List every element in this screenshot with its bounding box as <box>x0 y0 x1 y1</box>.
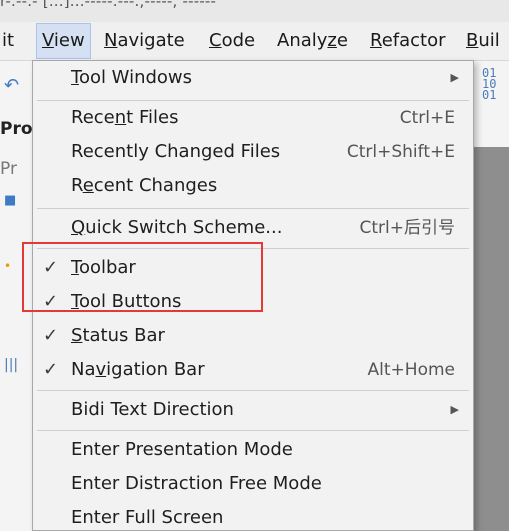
editor-background <box>474 147 509 531</box>
bidi-text-direction-label: Bidi Text Direction <box>71 399 234 420</box>
tool-buttons-check-icon: ✓ <box>43 291 59 312</box>
menu-refactor-mnemonic: R <box>370 30 382 51</box>
menu-analyze[interactable]: Analyze <box>277 24 348 58</box>
recently-changed-files-label: Recently Changed Files <box>71 141 281 162</box>
status-bar-check-icon: ✓ <box>43 325 59 346</box>
navigation-bar-shortcut: Alt+Home <box>367 360 455 380</box>
recent-changes-label: Recent Changes <box>71 175 218 196</box>
menu-separator <box>37 208 469 209</box>
menu-view-mnemonic: V <box>42 30 54 51</box>
menu-item-recent-changes[interactable]: Recent Changes <box>33 169 473 203</box>
tool-buttons-label: Tool Buttons <box>71 291 182 312</box>
binary-toolbar-icon[interactable]: 01 10 01 <box>482 67 496 101</box>
quick-switch-scheme-label: Quick Switch Scheme... <box>71 217 283 238</box>
toolbar-label: Toolbar <box>71 257 136 278</box>
tool-windows-label: Tool Windows <box>71 67 193 88</box>
project-tab-title: Pro <box>0 119 32 139</box>
menu-navigate[interactable]: Navigate <box>104 24 185 58</box>
toolbar-check-icon: ✓ <box>43 257 59 278</box>
menu-item-bidi-text-direction[interactable]: Bidi Text Direction ▶ <box>33 393 473 427</box>
menu-refactor[interactable]: Refactor <box>370 24 446 58</box>
menu-item-status-bar[interactable]: ✓ Status Bar <box>33 319 473 353</box>
menu-analyze-mnemonic: z <box>327 30 337 51</box>
menu-item-tool-windows[interactable]: Tool Windows ▶ <box>33 61 473 95</box>
menu-code-mnemonic: C <box>209 30 222 51</box>
menu-navigate-mnemonic: N <box>104 30 118 51</box>
back-arrow-icon[interactable]: ↶ <box>4 75 19 96</box>
menu-view-label-post: iew <box>53 30 85 51</box>
menu-build-label-post: uil <box>478 30 500 51</box>
menu-navigate-label-post: avigate <box>117 30 185 51</box>
tree-node-icon: • <box>4 259 12 273</box>
menu-item-recent-files[interactable]: Recent Files Ctrl+E <box>33 101 473 135</box>
menu-item-tool-buttons[interactable]: ✓ Tool Buttons <box>33 285 473 319</box>
menu-edit[interactable]: it <box>2 24 14 58</box>
menu-item-quick-switch-scheme[interactable]: Quick Switch Scheme... Ctrl+后引号 <box>33 211 473 245</box>
menu-separator <box>37 430 469 431</box>
submenu-arrow-icon: ▶ <box>450 71 459 84</box>
menu-build-mnemonic: B <box>466 30 479 51</box>
menubar: it View Navigate Code Analyze Refactor B… <box>0 22 509 61</box>
menu-edit-label: it <box>2 30 15 51</box>
menu-analyze-label-post: e <box>336 30 348 51</box>
navigation-bar-label: Navigation Bar <box>71 359 205 380</box>
status-bar-label: Status Bar <box>71 325 165 346</box>
menu-code-label-post: ode <box>221 30 256 51</box>
menu-separator <box>37 248 469 249</box>
menu-analyze-label-pre: Analy <box>277 30 328 51</box>
menu-code[interactable]: Code <box>209 24 255 58</box>
menu-item-enter-distraction-free-mode[interactable]: Enter Distraction Free Mode <box>33 467 473 501</box>
view-menu-dropdown: Tool Windows ▶ Recent Files Ctrl+E Recen… <box>32 60 474 531</box>
project-tool-window-partial: ↶ Pro Pr ■ • ||| <box>0 61 32 531</box>
menu-item-enter-full-screen[interactable]: Enter Full Screen <box>33 501 473 531</box>
enter-full-screen-label: Enter Full Screen <box>71 507 224 528</box>
menu-separator <box>37 390 469 391</box>
ide-window: r-.--.- [...]...-----.---.,-----, ------… <box>0 0 509 531</box>
menu-view[interactable]: View <box>36 23 91 59</box>
editor-area-partial: 01 10 01 <box>474 61 509 531</box>
navigation-bar-check-icon: ✓ <box>43 359 59 380</box>
submenu-arrow-icon: ▶ <box>450 403 459 416</box>
recent-files-label: Recent Files <box>71 107 179 128</box>
menu-refactor-label-post: efactor <box>381 30 446 51</box>
window-title-bar: r-.--.- [...]...-----.---.,-----, ------ <box>0 0 509 22</box>
enter-distraction-free-mode-label: Enter Distraction Free Mode <box>71 473 322 494</box>
menu-item-toolbar[interactable]: ✓ Toolbar <box>33 251 473 285</box>
menu-item-recently-changed-files[interactable]: Recently Changed Files Ctrl+Shift+E <box>33 135 473 169</box>
recently-changed-files-shortcut: Ctrl+Shift+E <box>346 142 455 162</box>
menu-build[interactable]: Buil <box>466 24 500 58</box>
enter-presentation-mode-label: Enter Presentation Mode <box>71 439 293 460</box>
structure-bars-icon[interactable]: ||| <box>4 357 18 373</box>
folder-icon: ■ <box>4 193 17 208</box>
window-title-text: r-.--.- [...]...-----.---.,-----, ------ <box>0 0 217 10</box>
menu-item-enter-presentation-mode[interactable]: Enter Presentation Mode <box>33 433 473 467</box>
recent-files-shortcut: Ctrl+E <box>399 108 455 128</box>
quick-switch-scheme-shortcut: Ctrl+后引号 <box>359 218 456 238</box>
project-view-selector[interactable]: Pr <box>0 159 17 179</box>
menu-item-navigation-bar[interactable]: ✓ Navigation Bar Alt+Home <box>33 353 473 387</box>
